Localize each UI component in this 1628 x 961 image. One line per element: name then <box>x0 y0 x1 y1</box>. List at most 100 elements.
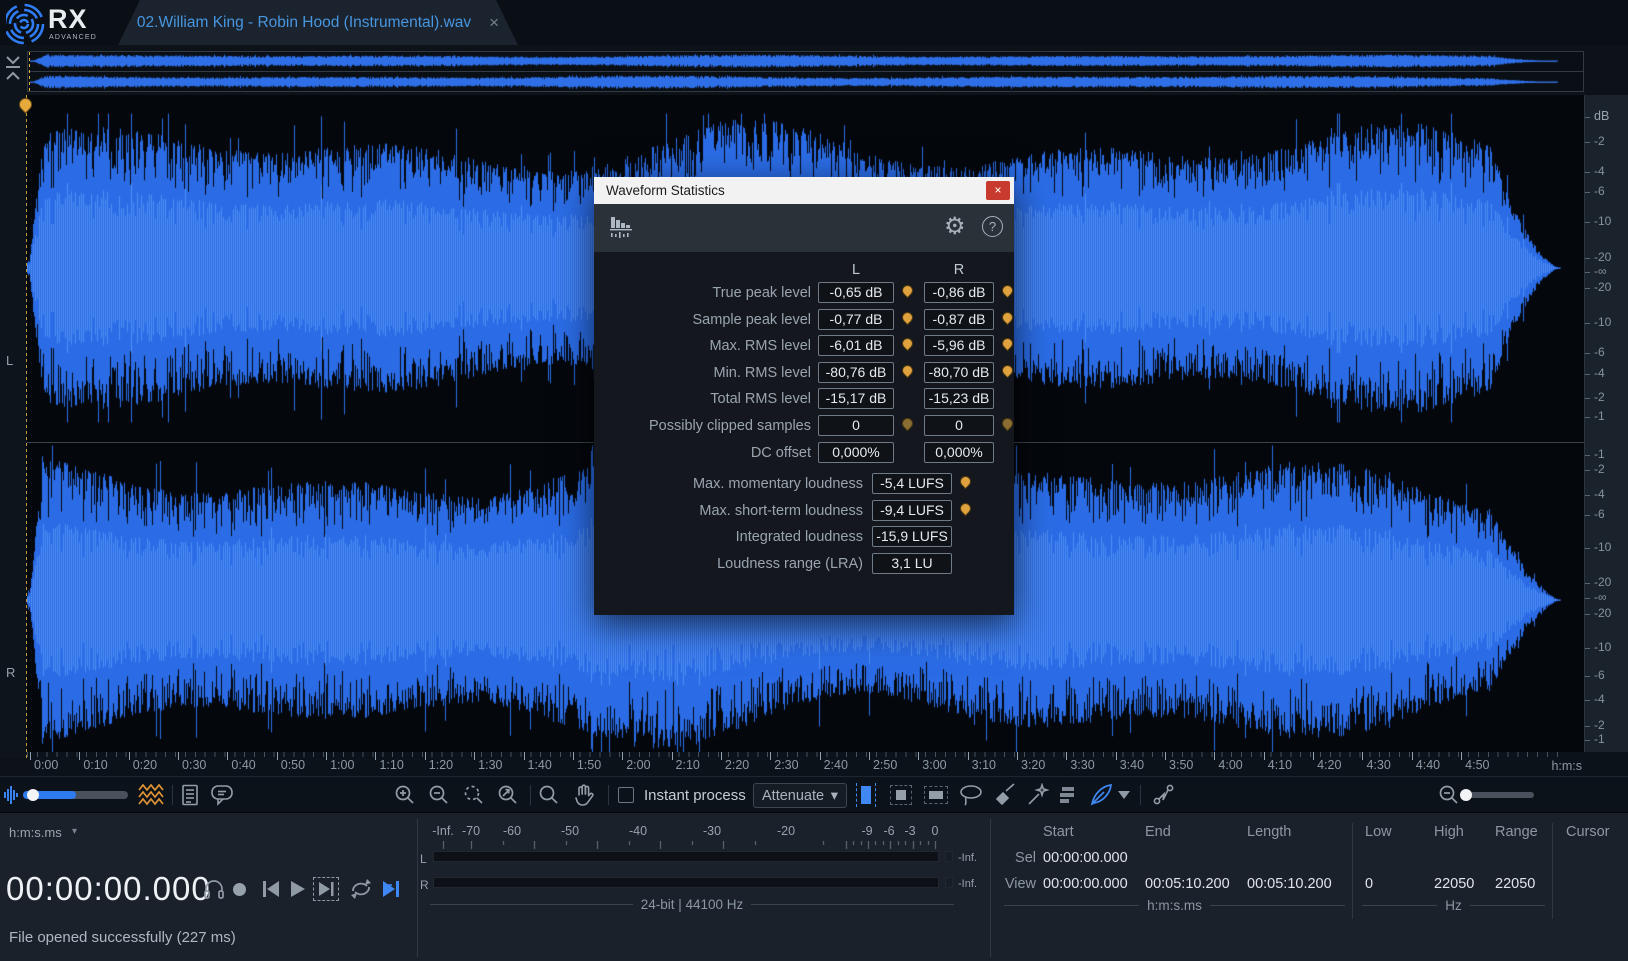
horizontal-zoom-slider[interactable] <box>1462 792 1534 798</box>
stat-value-right[interactable]: 0,000% <box>924 442 994 463</box>
lasso-selection-tool-icon[interactable] <box>958 784 984 806</box>
marker-pin-icon[interactable] <box>900 336 916 352</box>
status-message: File opened successfully (227 ms) <box>9 929 236 946</box>
document-info-icon[interactable] <box>180 784 200 806</box>
instant-process-checkbox[interactable] <box>618 784 634 806</box>
stat-value-left[interactable]: -15,17 dB <box>818 388 894 409</box>
horizontal-zoom-out-icon[interactable] <box>1438 784 1460 806</box>
marker-pin-icon[interactable] <box>1000 309 1016 325</box>
output-levels-icon[interactable] <box>4 784 20 806</box>
ruler-label: 0:40 <box>231 758 255 772</box>
brush-tool-icon[interactable] <box>994 784 1018 806</box>
view-high-freq-value[interactable]: 22050 <box>1434 876 1474 892</box>
overview-waveform-right[interactable] <box>30 74 1581 90</box>
volume-slider-knob[interactable] <box>27 789 39 801</box>
tab-close-icon[interactable]: × <box>489 13 499 33</box>
signal-chain-icon[interactable] <box>1152 784 1176 806</box>
process-select[interactable]: Attenuate ▾ <box>753 783 847 808</box>
zoom-selection-icon[interactable] <box>462 784 486 806</box>
loop-playback-button[interactable] <box>349 877 373 901</box>
stat-value-left[interactable]: -6,01 dB <box>818 335 894 356</box>
marker-pin-icon[interactable] <box>900 416 916 432</box>
stat-value-right[interactable]: -80,70 dB <box>924 362 994 383</box>
record-button[interactable] <box>233 877 246 901</box>
comment-icon[interactable] <box>210 784 234 806</box>
feather-edges-icon[interactable] <box>1088 784 1114 806</box>
stat-value-right[interactable]: -0,86 dB <box>924 282 994 303</box>
loudness-value[interactable]: -5,4 LUFS <box>872 473 952 494</box>
view-end-value[interactable]: 00:05:10.200 <box>1145 876 1230 892</box>
feather-dropdown-caret[interactable] <box>1117 784 1131 806</box>
stat-value-left[interactable]: 0,000% <box>818 442 894 463</box>
skip-to-start-button[interactable] <box>261 877 281 901</box>
ruler-major-tick <box>178 752 179 760</box>
playhead-time-display[interactable]: 00:00:00.000 <box>6 870 211 908</box>
meter-scale-label: -70 <box>462 824 480 838</box>
magic-wand-tool-icon[interactable] <box>1026 784 1050 806</box>
marker-pin-icon[interactable] <box>1000 363 1016 379</box>
meter-scale-label: -60 <box>503 824 521 838</box>
stat-value-right[interactable]: 0 <box>924 415 994 436</box>
file-tab[interactable]: 02.William King - Robin Hood (Instrument… <box>118 0 518 45</box>
magnifier-tool-icon[interactable] <box>538 784 560 806</box>
dialog-close-button[interactable]: × <box>986 181 1010 200</box>
view-range-freq-value[interactable]: 22050 <box>1495 876 1535 892</box>
stat-value-right[interactable]: -0,87 dB <box>924 309 994 330</box>
marker-pin-icon[interactable] <box>900 363 916 379</box>
channel-label-right: R <box>6 665 15 680</box>
stat-value-left[interactable]: -0,77 dB <box>818 309 894 330</box>
spectrogram-waveform-toggle-icon[interactable] <box>138 784 164 806</box>
marker-pin-icon[interactable] <box>1000 416 1016 432</box>
ruler-label: 4:20 <box>1317 758 1341 772</box>
marker-pin-icon[interactable] <box>900 309 916 325</box>
marker-pin-icon[interactable] <box>958 474 974 490</box>
help-icon[interactable]: ? <box>982 216 1003 237</box>
level-meter-right[interactable] <box>433 877 939 888</box>
stat-value-right[interactable]: -5,96 dB <box>924 335 994 356</box>
stat-value-right[interactable]: -15,23 dB <box>924 388 994 409</box>
playhead-line[interactable] <box>26 95 27 758</box>
level-meter-left[interactable] <box>433 851 939 862</box>
adjust-lists-icon[interactable] <box>1058 784 1078 806</box>
meter-scale-label: -6 <box>883 824 894 838</box>
horizontal-zoom-knob[interactable] <box>1460 789 1472 801</box>
monitor-headphones-icon[interactable] <box>203 877 225 901</box>
zoom-in-icon[interactable] <box>394 784 416 806</box>
play-selection-button[interactable] <box>313 877 339 901</box>
app-logo: RX ADVANCED <box>6 2 116 44</box>
histogram-icon[interactable] <box>610 214 636 242</box>
zoom-fit-icon[interactable] <box>496 784 520 806</box>
loudness-value[interactable]: -15,9 LUFS <box>872 526 952 547</box>
time-format-selector[interactable]: h:m:s.ms <box>9 825 62 840</box>
loudness-value[interactable]: 3,1 LU <box>872 553 952 574</box>
overview-waveform[interactable] <box>27 51 1584 92</box>
stat-value-left[interactable]: -0,65 dB <box>818 282 894 303</box>
stat-value-left[interactable]: 0 <box>818 415 894 436</box>
loudness-value[interactable]: -9,4 LUFS <box>872 500 952 521</box>
time-selection-tool[interactable] <box>856 784 876 806</box>
collapse-panels-icon[interactable] <box>4 55 22 81</box>
play-button[interactable] <box>289 877 307 901</box>
marker-pin-icon[interactable] <box>900 283 916 299</box>
marker-pin-icon[interactable] <box>1000 283 1016 299</box>
stat-value-left[interactable]: -80,76 dB <box>818 362 894 383</box>
hand-tool-icon[interactable] <box>572 784 596 806</box>
view-start-value[interactable]: 00:00:00.000 <box>1043 876 1128 892</box>
settings-gear-icon[interactable]: ⚙ <box>944 212 966 242</box>
marker-pin-icon[interactable] <box>958 500 974 516</box>
marker-pin-icon[interactable] <box>1000 336 1016 352</box>
zoom-out-icon[interactable] <box>428 784 450 806</box>
view-length-value[interactable]: 00:05:10.200 <box>1247 876 1332 892</box>
time-format-caret-icon[interactable]: ▾ <box>72 826 77 837</box>
time-ruler[interactable]: h:m:s 0:000:100:200:300:400:501:001:101:… <box>27 752 1628 776</box>
time-frequency-selection-tool[interactable] <box>890 784 912 806</box>
frequency-selection-tool[interactable] <box>924 784 948 806</box>
loudness-row: Max. momentary loudness-5,4 LUFS <box>594 471 1014 498</box>
db-scale-label: -4 <box>1594 164 1605 178</box>
sel-start-value[interactable]: 00:00:00.000 <box>1043 850 1128 866</box>
volume-slider[interactable] <box>23 791 128 799</box>
play-to-end-button[interactable] <box>381 877 401 901</box>
overview-waveform-left[interactable] <box>30 53 1581 69</box>
dialog-titlebar[interactable]: Waveform Statistics × <box>594 177 1014 204</box>
view-low-freq-value[interactable]: 0 <box>1365 876 1373 892</box>
